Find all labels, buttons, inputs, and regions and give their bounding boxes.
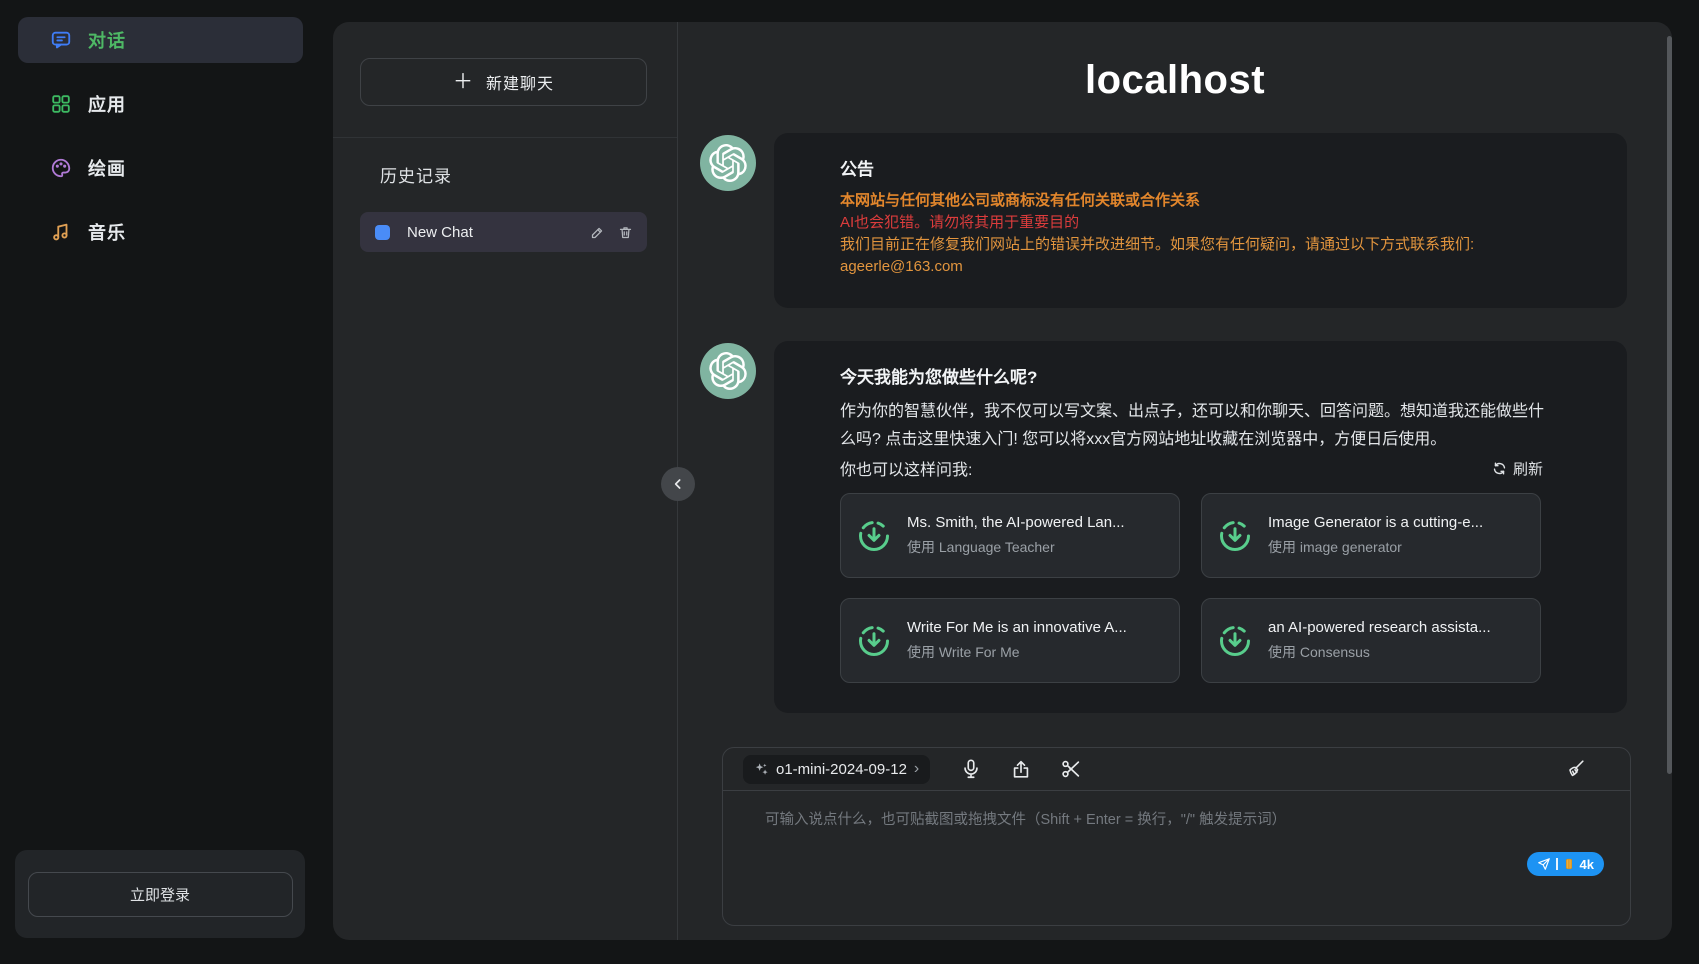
plus-icon: ＋ — [453, 72, 474, 92]
suggestion-subtitle: 使用 Consensus — [1268, 642, 1491, 662]
login-button[interactable]: 立即登录 — [28, 872, 293, 917]
broom-icon — [1564, 758, 1586, 780]
input-area: 4k — [723, 791, 1630, 925]
sidebar-item-drawing[interactable]: 绘画 — [18, 145, 303, 191]
chat-input-container: o1-mini-2024-09-12 › — [722, 747, 1631, 926]
edit-icon[interactable] — [590, 225, 605, 240]
divider — [1556, 858, 1558, 870]
announcement-email: ageerle@163.com — [840, 256, 1557, 278]
suggestion-card[interactable]: an AI-powered research assista... 使用 Con… — [1201, 598, 1541, 683]
sidebar-item-chat[interactable]: 对话 — [18, 17, 303, 63]
microphone-button[interactable] — [960, 758, 982, 780]
suggestion-cards: Ms. Smith, the AI-powered Lan... 使用 Lang… — [840, 493, 1543, 683]
chevron-left-icon — [670, 476, 686, 492]
music-note-icon — [50, 221, 72, 243]
refresh-icon — [1492, 461, 1507, 476]
suggestion-subtitle: 使用 Write For Me — [907, 642, 1127, 662]
refresh-label: 刷新 — [1513, 458, 1543, 479]
suggestion-subtitle: 使用 image generator — [1268, 537, 1483, 557]
suggestion-card[interactable]: Image Generator is a cutting-e... 使用 ima… — [1201, 493, 1541, 578]
download-circle-icon — [856, 518, 892, 554]
scissors-icon — [1060, 758, 1082, 780]
welcome-body: 作为你的智慧伙伴，我不仅可以写文案、出点子，还可以和你聊天、回答问题。想知道我还… — [840, 398, 1558, 454]
upload-icon — [1010, 758, 1032, 780]
download-circle-icon — [1217, 518, 1253, 554]
ask-hint: 你也可以这样问我: — [840, 456, 972, 480]
suggestion-title: Ms. Smith, the AI-powered Lan... — [907, 514, 1125, 531]
new-chat-button[interactable]: ＋ 新建聊天 — [360, 58, 647, 106]
send-plane-icon — [1537, 857, 1551, 871]
announcement-title: 公告 — [840, 155, 1557, 180]
sidebar-item-label: 应用 — [88, 91, 126, 117]
chat-bubble-icon — [50, 29, 72, 51]
clear-broom-button[interactable] — [1564, 758, 1586, 780]
page-title: localhost — [678, 58, 1672, 103]
suggestion-subtitle: 使用 Language Teacher — [907, 537, 1125, 557]
chevron-right-icon: › — [914, 761, 919, 777]
new-chat-label: 新建聊天 — [486, 70, 554, 94]
apps-grid-icon — [50, 93, 72, 115]
history-item[interactable]: New Chat — [360, 212, 647, 252]
collapse-sidebar-button[interactable] — [661, 467, 695, 501]
sidebar: 对话 应用 绘画 音乐 立即登录 — [0, 0, 333, 964]
scissors-button[interactable] — [1060, 758, 1082, 780]
microphone-icon — [960, 758, 982, 780]
history-title: 历史记录 — [380, 162, 452, 187]
token-badge: 4k — [1580, 857, 1594, 872]
main-panel: ＋ 新建聊天 历史记录 New Chat localhost — [333, 22, 1672, 940]
suggestion-title: Image Generator is a cutting-e... — [1268, 514, 1483, 531]
chat-list-column: ＋ 新建聊天 历史记录 New Chat — [333, 22, 677, 940]
chat-main: localhost 公告 本网站与任何其他公司或商标没有任何关联或合作关系 AI… — [678, 22, 1672, 940]
download-circle-icon — [856, 623, 892, 659]
download-circle-icon — [1217, 623, 1253, 659]
sidebar-item-music[interactable]: 音乐 — [18, 209, 303, 255]
chat-color-swatch — [375, 225, 390, 240]
welcome-bubble: 今天我能为您做些什么呢? 作为你的智慧伙伴，我不仅可以写文案、出点子，还可以和你… — [774, 341, 1627, 713]
openai-logo-icon — [709, 144, 747, 182]
suggestion-card[interactable]: Ms. Smith, the AI-powered Lan... 使用 Lang… — [840, 493, 1180, 578]
scrollbar-thumb[interactable] — [1667, 36, 1672, 774]
divider — [333, 137, 677, 138]
upload-button[interactable] — [1010, 758, 1032, 780]
message-welcome: 今天我能为您做些什么呢? 作为你的智慧伙伴，我不仅可以写文案、出点子，还可以和你… — [700, 341, 1672, 713]
sparkles-icon — [754, 762, 769, 777]
input-toolbar: o1-mini-2024-09-12 › — [723, 748, 1630, 791]
announcement-line: 我们目前正在修复我们网站上的错误并改进细节。如果您有任何疑问，请通过以下方式联系… — [840, 234, 1557, 256]
send-button[interactable]: 4k — [1527, 852, 1604, 876]
refresh-suggestions-button[interactable]: 刷新 — [1492, 458, 1543, 479]
suggestion-title: Write For Me is an innovative A... — [907, 619, 1127, 636]
model-name: o1-mini-2024-09-12 — [776, 761, 907, 778]
assistant-avatar — [700, 343, 756, 399]
sidebar-item-label: 音乐 — [88, 219, 126, 245]
announcement-bubble: 公告 本网站与任何其他公司或商标没有任何关联或合作关系 AI也会犯错。请勿将其用… — [774, 133, 1627, 308]
assistant-avatar — [700, 135, 756, 191]
message-announcement: 公告 本网站与任何其他公司或商标没有任何关联或合作关系 AI也会犯错。请勿将其用… — [700, 133, 1672, 308]
history-item-title: New Chat — [407, 224, 590, 241]
openai-logo-icon — [709, 352, 747, 390]
announcement-line: AI也会犯错。请勿将其用于重要目的 — [840, 212, 1557, 234]
message-input[interactable] — [723, 791, 1630, 925]
model-selector[interactable]: o1-mini-2024-09-12 › — [743, 755, 930, 784]
palette-icon — [50, 157, 72, 179]
suggestion-title: an AI-powered research assista... — [1268, 619, 1491, 636]
coin-icon — [1563, 858, 1575, 870]
sidebar-item-label: 绘画 — [88, 155, 126, 181]
sidebar-item-label: 对话 — [88, 27, 126, 53]
suggestion-card[interactable]: Write For Me is an innovative A... 使用 Wr… — [840, 598, 1180, 683]
welcome-title: 今天我能为您做些什么呢? — [840, 363, 1557, 388]
sidebar-item-apps[interactable]: 应用 — [18, 81, 303, 127]
login-card: 立即登录 — [15, 850, 305, 938]
announcement-line: 本网站与任何其他公司或商标没有任何关联或合作关系 — [840, 190, 1557, 212]
delete-icon[interactable] — [618, 225, 633, 240]
